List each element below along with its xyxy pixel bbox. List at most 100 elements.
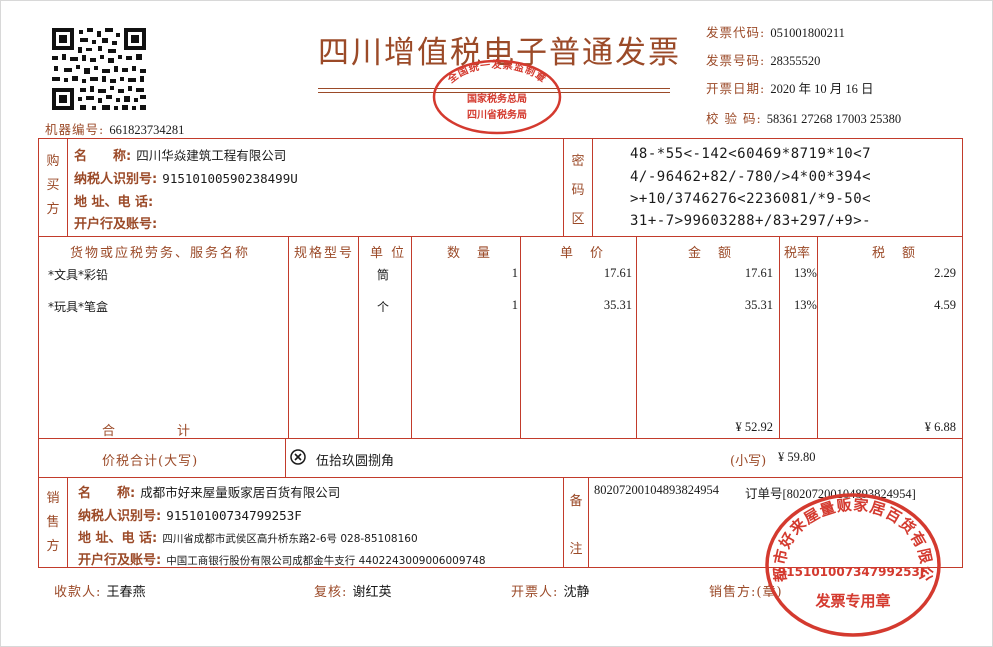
invoice-code-value: 051001800211 — [770, 26, 845, 40]
buyer-side-char-3: 方 — [46, 202, 60, 217]
row-2-rate: 13% — [794, 298, 817, 312]
seller-bank-row: 开户行及账号: 中国工商银行股份有限公司成都金牛支行 4402243009006… — [78, 549, 486, 568]
total-label: 合 计 — [102, 424, 193, 439]
seal-top-line1: 国家税务总局 — [467, 92, 527, 105]
supervision-seal: 全国统一发票监制章 国家税务总局 四川省税务局 — [432, 58, 562, 135]
reviewer-value: 谢红英 — [352, 585, 392, 600]
seller-side-char-2: 售 — [46, 515, 60, 530]
seal-bottom-caption: 发票专用章 — [814, 592, 890, 610]
seller-name-label: 名 称: — [78, 486, 136, 501]
col-header-qty: 数 量 — [447, 246, 493, 261]
rule-col-price — [520, 236, 521, 438]
seller-bank: 中国工商银行股份有限公司成都金牛支行 4402243009006009748 — [166, 555, 486, 567]
remark-side-char-2: 注 — [569, 542, 583, 557]
rule-cipher-left — [563, 138, 564, 236]
rule-total-divider — [285, 438, 286, 477]
remark-line: 80207200104893824954 — [594, 483, 719, 497]
seller-side-label: 销 售 方 — [45, 487, 61, 559]
total-tax: ¥ 6.88 — [924, 420, 956, 434]
row-1-amount: 17.61 — [744, 266, 773, 280]
row-1-rate: 13% — [794, 266, 817, 280]
machine-number-label: 机器编号: — [45, 122, 105, 137]
seller-addr: 四川省成都市武侯区高升桥东路2-6号 028-85108160 — [162, 533, 418, 545]
rule-cipher-inner — [592, 138, 593, 236]
buyer-tax-id: 91510100590238499U — [162, 171, 298, 186]
rule-buyer-side — [67, 138, 68, 236]
issuer-label: 开票人: — [511, 585, 559, 600]
invoice-date-label: 开票日期: — [706, 81, 766, 96]
rule-col-spec — [288, 236, 289, 438]
col-header-name: 货物或应税劳务、服务名称 — [70, 246, 251, 261]
row-2-price: 35.31 — [603, 298, 632, 312]
seal-top-line2: 四川省税务局 — [467, 108, 527, 121]
row-2-unit: 个 — [377, 300, 390, 314]
invoice-number: 发票号码: 28355520 — [706, 50, 820, 69]
rule-col-amount — [636, 236, 637, 438]
qr-code — [52, 28, 146, 110]
seller-tax-label: 纳税人识别号: — [78, 509, 162, 524]
reviewer: 复核: 谢红英 — [314, 581, 392, 600]
buyer-addr-label: 地 址、电 话: — [74, 195, 154, 210]
col-header-tax: 税 额 — [872, 246, 918, 261]
invoice-code: 发票代码: 051001800211 — [706, 22, 845, 41]
invoice-date-value: 2020 年 10 月 16 日 — [770, 82, 874, 96]
cipher-line-3: >+10/3746276<2236081/*9-50< — [630, 191, 872, 207]
row-1-price: 17.61 — [603, 266, 632, 280]
col-header-amount: 金 额 — [688, 246, 734, 261]
invoice-number-label: 发票号码: — [706, 53, 766, 68]
rule-col-rate — [779, 236, 780, 438]
seller-bank-label: 开户行及账号: — [78, 553, 162, 568]
seller-side-char-1: 销 — [46, 491, 60, 506]
seller-side-char-3: 方 — [46, 539, 60, 554]
check-code-label: 校 验 码: — [706, 111, 762, 126]
rule-seller-side — [67, 477, 68, 568]
rule-col-tax — [817, 236, 818, 438]
seal-top-arc: 全国统一发票监制章 — [444, 58, 548, 86]
cipher-line-1: 48-*55<-142<60469*8719*10<7 — [630, 146, 872, 162]
buyer-tax-row: 纳税人识别号: 91510100590238499U — [74, 168, 298, 187]
invoice-date: 开票日期: 2020 年 10 月 16 日 — [706, 78, 873, 97]
buyer-bank-label: 开户行及账号: — [74, 217, 158, 232]
row-2-amount: 35.31 — [744, 298, 773, 312]
invoice-number-value: 28355520 — [770, 54, 821, 68]
issuer-value: 沈静 — [563, 585, 590, 600]
buyer-side-label: 购 买 方 — [45, 150, 61, 222]
rule-col-qty — [411, 236, 412, 438]
buyer-side-char-1: 购 — [46, 154, 60, 169]
row-2-qty: 1 — [511, 298, 518, 312]
invoice-seal: 成都市好来屋量贩家居百货有限公司 91510100734799253F 发票专用… — [762, 490, 941, 637]
col-header-unit: 单 位 — [370, 246, 407, 261]
cipher-side-char-1: 密 — [571, 154, 585, 169]
row-2-tax: 4.59 — [934, 298, 956, 312]
cipher-line-2: 4/-96462+82/-780/>4*00*394< — [630, 169, 872, 185]
remark-side-char-1: 备 — [569, 494, 583, 509]
row-1-tax: 2.29 — [934, 266, 956, 280]
rule-col-unit — [358, 236, 359, 438]
seller-addr-label: 地 址、电 话: — [78, 531, 158, 546]
rule-buyer-bottom — [38, 236, 963, 237]
machine-number-value: 661823734281 — [109, 123, 185, 137]
rule-remark-inner — [588, 477, 589, 568]
machine-number: 机器编号: 661823734281 — [45, 119, 184, 138]
reviewer-label: 复核: — [314, 585, 348, 600]
row-2-name: *玩具*笔盒 — [48, 300, 109, 314]
buyer-tax-label: 纳税人识别号: — [74, 172, 158, 187]
buyer-addr-row: 地 址、电 话: — [74, 191, 153, 210]
seal-bottom-tax-id: 91510100734799253F — [778, 565, 928, 579]
cipher-side-char-2: 码 — [571, 183, 585, 198]
cipher-side-label: 密 码 区 — [570, 147, 586, 234]
buyer-name-label: 名 称: — [74, 149, 132, 164]
issuer: 开票人: 沈静 — [511, 581, 590, 600]
check-code-value: 58361 27268 17003 25380 — [766, 112, 902, 126]
invoice-code-label: 发票代码: — [706, 25, 766, 40]
seller-tax-id: 91510100734799253F — [166, 508, 302, 523]
payee-label: 收款人: — [54, 585, 102, 600]
seller-name: 成都市好来屋量贩家居百货有限公司 — [140, 485, 341, 500]
grand-total-small-label: (小写) — [730, 454, 767, 469]
col-header-rate: 税率 — [784, 246, 811, 261]
buyer-bank-row: 开户行及账号: — [74, 213, 157, 232]
grand-total-label: 价税合计(大写) — [102, 454, 199, 469]
col-header-spec: 规格型号 — [294, 246, 355, 261]
row-1-unit: 筒 — [377, 268, 390, 282]
remark-side-label: 备 注 — [568, 490, 584, 562]
